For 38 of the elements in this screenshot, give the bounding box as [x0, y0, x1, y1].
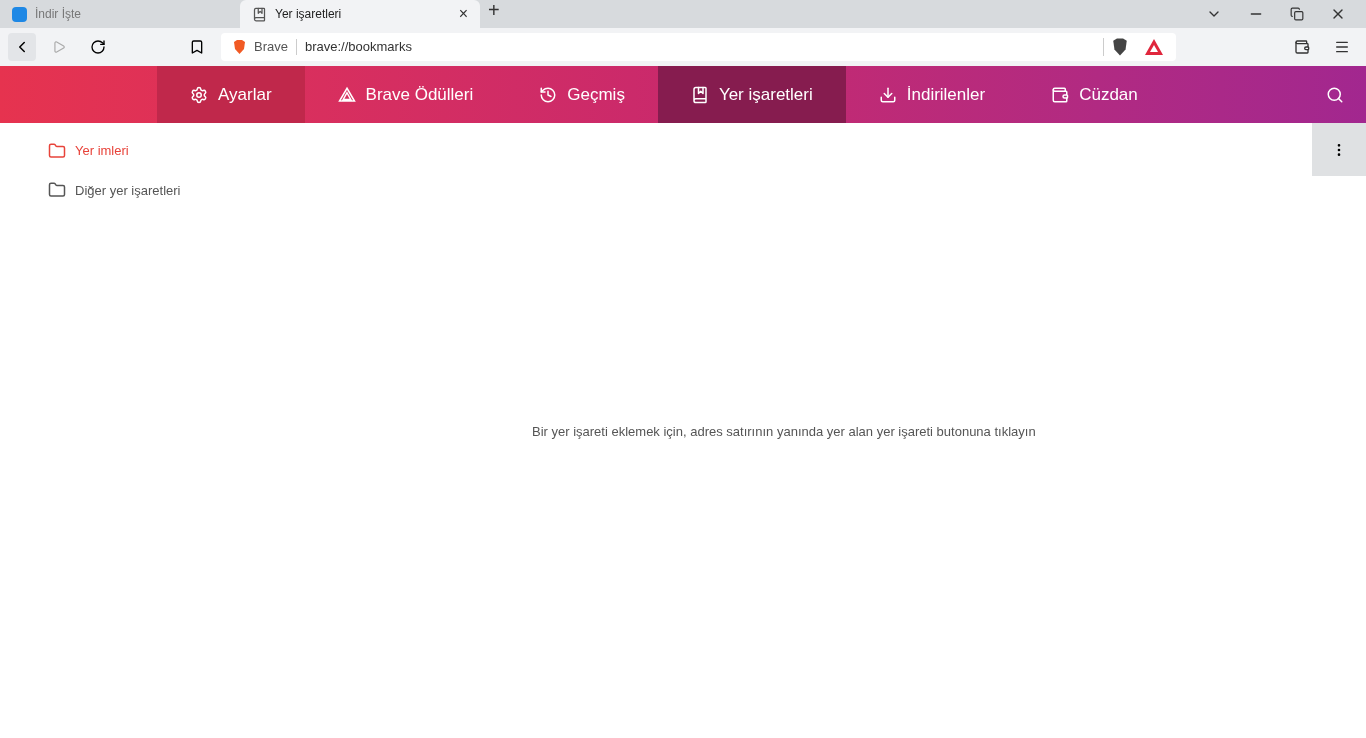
gear-icon [190, 85, 208, 104]
bookmark-icon [252, 6, 267, 22]
nav-tab[interactable]: Yer işaretleri [657, 66, 846, 123]
wallet-icon[interactable] [1294, 39, 1310, 55]
bookmark-icon[interactable] [189, 39, 205, 55]
bookmark-icon [690, 85, 709, 104]
site-icon [12, 6, 27, 22]
folder-item[interactable]: Yer imleri [48, 141, 129, 161]
new-tab-button[interactable]: + [488, 0, 500, 25]
empty-message: Bir yer işareti eklemek için, adres satırının yanında yer alan yer işareti butonuna tıklayın [532, 423, 1036, 441]
url-text: brave://bookmarks [304, 38, 412, 57]
reload-icon[interactable] [90, 39, 106, 55]
wallet-icon [1051, 85, 1070, 104]
folder-item[interactable]: Diğer yer işaretleri [48, 180, 181, 200]
triangle-icon [337, 85, 356, 104]
lion-shield-icon [233, 40, 246, 54]
folder-icon [48, 181, 66, 200]
browser-tab[interactable]: İndir İşte [0, 0, 240, 28]
search-icon[interactable] [1326, 85, 1344, 104]
address-field[interactable]: Brave brave://bookmarks [221, 33, 1176, 61]
site-name: Brave [254, 38, 288, 57]
browser-tab[interactable]: Yer işaretleri × [240, 0, 480, 28]
nav-tab[interactable]: Cüzdan [1018, 66, 1171, 123]
tab-title: Yer işaretleri [275, 6, 343, 23]
lion-shield-icon[interactable] [1112, 38, 1128, 56]
folder-icon [48, 141, 66, 160]
history-icon [539, 85, 558, 104]
triangle-icon[interactable] [1144, 38, 1164, 56]
back-button[interactable] [8, 33, 36, 61]
close-tab-button[interactable]: × [458, 2, 468, 26]
nav-tab[interactable]: Ayarlar [157, 66, 305, 123]
download-icon [878, 85, 897, 104]
restore-icon[interactable] [1290, 7, 1304, 21]
nav-tab[interactable]: İndirilenler [845, 66, 1019, 123]
tab-title: İndir İşte [35, 6, 83, 23]
nav-tab[interactable]: Geçmiş [506, 66, 658, 123]
nav-tab[interactable]: Brave Ödülleri [304, 66, 507, 123]
menu-icon[interactable] [1334, 39, 1350, 55]
